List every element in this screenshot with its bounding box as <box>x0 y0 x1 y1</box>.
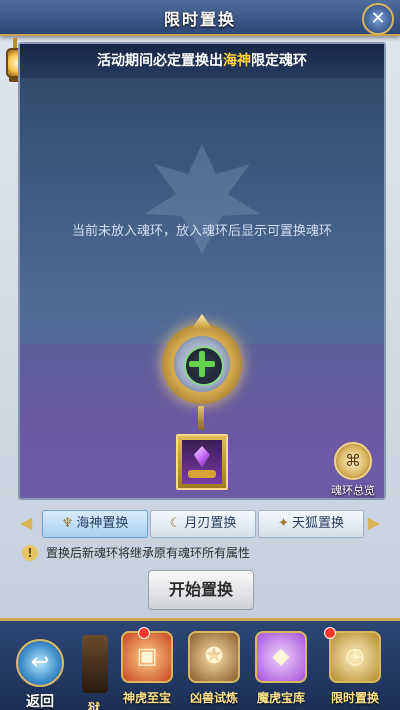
purple-gem-icon <box>194 446 210 468</box>
treasure-chest-icon: ▣ <box>121 631 173 683</box>
partial-nav-label: 狱 <box>88 701 101 710</box>
banner-highlight: 海神 <box>223 53 251 69</box>
notification-badge <box>138 627 150 639</box>
close-icon: ✕ <box>370 8 386 29</box>
screen: 限时置换 ✕ 活动期间必定置换出海神限定魂环 当前未放入魂环，放入魂环后显示可置… <box>0 0 400 710</box>
soul-ring-slot[interactable] <box>162 314 242 404</box>
overview-label: 魂环总览 <box>331 484 375 497</box>
emblem-watermark-icon <box>144 144 260 254</box>
soul-ring-item[interactable] <box>176 434 228 490</box>
tab-next-arrow-icon[interactable]: ▶ <box>366 512 382 534</box>
banner-suffix: 限定魂环 <box>251 53 307 69</box>
tab-skyfox-exchange[interactable]: ✦ 天狐置换 <box>258 510 364 538</box>
main-panel: 活动期间必定置换出海神限定魂环 当前未放入魂环，放入魂环后显示可置换魂环 ⌘ 魂… <box>18 42 386 500</box>
nav-beast-trial[interactable]: ✪ 凶兽试炼 <box>183 631 245 710</box>
tab-poseidon-exchange[interactable]: ♆ 海神置换 <box>42 510 148 538</box>
exclamation-icon: ! <box>22 545 38 561</box>
nav-limited-exchange[interactable]: ◷ 限时置换 <box>324 631 386 710</box>
close-button[interactable]: ✕ <box>362 3 394 35</box>
blade-icon: ☾ <box>169 516 182 531</box>
banner-prefix: 活动期间必定置换出 <box>97 53 223 69</box>
start-exchange-button[interactable]: 开始置换 <box>148 570 254 610</box>
back-button[interactable]: ↩ 返回 <box>10 635 70 710</box>
gem-vault-icon: ◆ <box>255 631 307 683</box>
nav-mohu-vault[interactable]: ◆ 魔虎宝库 <box>250 631 312 710</box>
partial-nav-item[interactable] <box>82 635 108 693</box>
chain-decoration <box>198 406 204 430</box>
empty-slot-hint: 当前未放入魂环，放入魂环后显示可置换魂环 <box>71 224 332 239</box>
notification-badge <box>324 627 336 639</box>
nav-shenhu-treasure[interactable]: ▣ 神虎至宝 <box>116 631 178 710</box>
bottom-nav: ↩ 返回 狱 ▣ 神虎至宝 ✪ 凶兽试炼 ◆ 魔虎宝库 ◷ 限时置换 <box>0 618 400 710</box>
event-banner: 活动期间必定置换出海神限定魂环 <box>20 44 384 78</box>
exchange-tabs: ◀ ♆ 海神置换 ☾ 月刃置换 ✦ 天狐置换 ▶ <box>18 508 382 538</box>
fox-icon: ✦ <box>278 516 289 531</box>
inherit-note-text: 置换后新魂环将继承原有魂环所有属性 <box>46 546 251 560</box>
soul-ring-overview-button[interactable]: ⌘ 魂环总览 <box>328 442 378 497</box>
tab-moonblade-exchange[interactable]: ☾ 月刃置换 <box>150 510 256 538</box>
scroll-icon: ⌘ <box>334 442 372 480</box>
clock-icon: ◷ <box>329 631 381 683</box>
back-label: 返回 <box>26 694 54 710</box>
tab-prev-arrow-icon[interactable]: ◀ <box>18 512 34 534</box>
trident-icon: ♆ <box>61 516 74 531</box>
back-arrow-icon: ↩ <box>16 639 64 687</box>
page-title: 限时置换 <box>163 10 236 29</box>
header-bar: 限时置换 ✕ <box>0 0 400 36</box>
beast-emblem-icon: ✪ <box>188 631 240 683</box>
